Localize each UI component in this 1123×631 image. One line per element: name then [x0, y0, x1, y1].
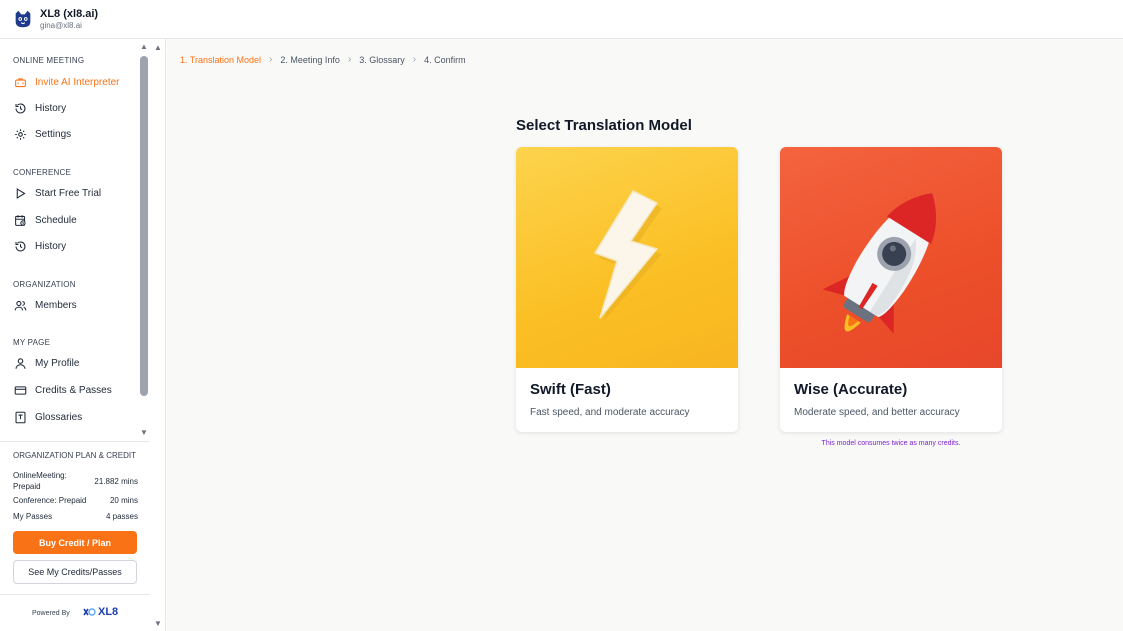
xl8-mark-icon: [83, 608, 96, 616]
sidebar-item-start-free-trial[interactable]: Start Free Trial: [13, 183, 138, 203]
sidebar-item-online-history[interactable]: History: [13, 98, 138, 118]
sidebar-item-label: Credits & Passes: [35, 384, 112, 396]
plan-row-value: 20 mins: [109, 496, 138, 505]
sidebar-item-members[interactable]: Members: [13, 295, 138, 315]
powered-by-text: Powered By: [32, 610, 70, 617]
sidebar-item-my-profile[interactable]: My Profile: [13, 353, 138, 373]
sidebar-item-credits-passes[interactable]: Credits & Passes: [13, 380, 138, 400]
page-title: Select Translation Model: [516, 117, 692, 134]
wise-model-card[interactable]: Wise (Accurate) Moderate speed, and bett…: [780, 147, 1002, 432]
scroll-thumb[interactable]: [140, 56, 148, 396]
book-icon: [13, 410, 27, 424]
powered-by-footer: Powered By XL8: [0, 594, 150, 631]
scroll-up-arrow-icon[interactable]: ▲: [139, 43, 149, 51]
sidebar-scrollbar[interactable]: ▲ ▼: [139, 39, 149, 441]
sidebar-item-settings[interactable]: Settings: [13, 124, 138, 144]
sidebar: ONLINE MEETING Invite AI Interpreter His…: [0, 39, 166, 631]
main-content: 1. Translation Model › 2. Meeting Info ›…: [167, 39, 1123, 631]
step-confirm[interactable]: 4. Confirm: [424, 55, 466, 65]
org-name: XL8 (xl8.ai): [40, 8, 99, 20]
sidebar-outer-scrollbar[interactable]: ▲ ▼: [152, 39, 164, 631]
chevron-right-icon: ›: [412, 54, 417, 65]
buy-credit-button[interactable]: Buy Credit / Plan: [13, 531, 137, 554]
user-icon: [13, 356, 27, 370]
play-icon: [13, 186, 27, 200]
sidebar-item-label: Members: [35, 299, 77, 311]
users-icon: [13, 298, 27, 312]
see-credits-button[interactable]: See My Credits/Passes: [13, 560, 137, 584]
breadcrumb: 1. Translation Model › 2. Meeting Info ›…: [180, 54, 466, 65]
card-title: Swift (Fast): [530, 381, 611, 398]
credit-card-icon: [13, 383, 27, 397]
wise-hero-image: [780, 147, 1002, 368]
section-label-organization: ORGANIZATION: [13, 280, 76, 289]
plan-row-value: 4 passes: [105, 512, 138, 521]
sidebar-item-label: Invite AI Interpreter: [35, 76, 120, 88]
card-title: Wise (Accurate): [794, 381, 908, 398]
step-translation-model[interactable]: 1. Translation Model: [180, 55, 261, 65]
sidebar-item-invite-ai-interpreter[interactable]: Invite AI Interpreter: [13, 72, 138, 92]
card-description: Moderate speed, and better accuracy: [794, 407, 960, 418]
sidebar-item-label: History: [35, 240, 67, 252]
xl8-cat-logo-icon: [15, 10, 31, 28]
sidebar-item-label: Start Free Trial: [35, 187, 102, 199]
section-label-online-meeting: ONLINE MEETING: [13, 56, 85, 65]
sidebar-item-label: History: [35, 102, 67, 114]
calendar-clock-icon: [13, 213, 27, 227]
plan-row-label: OnlineMeeting: Prepaid: [13, 471, 67, 491]
chevron-right-icon: ›: [269, 54, 273, 65]
rocket-icon: [822, 192, 937, 334]
plan-row-passes: My Passes 4 passes: [13, 511, 138, 522]
user-email: gina@xl8.ai: [40, 21, 82, 30]
section-label-conference: CONFERENCE: [13, 168, 72, 177]
plan-title: ORGANIZATION PLAN & CREDIT: [13, 451, 136, 460]
sidebar-item-label: Settings: [35, 128, 72, 140]
wise-credit-note: This model consumes twice as many credit…: [821, 440, 961, 447]
scroll-down-arrow-icon[interactable]: ▼: [152, 619, 164, 628]
plan-row-label: My Passes: [13, 512, 53, 521]
history-icon: [13, 239, 27, 253]
xl8-brand-logo: XL8: [82, 606, 118, 618]
plan-credit-panel: ORGANIZATION PLAN & CREDIT OnlineMeeting…: [0, 441, 150, 591]
sidebar-item-conference-history[interactable]: History: [13, 236, 138, 256]
powered-brand: XL8: [98, 606, 119, 618]
sidebar-item-label: My Profile: [35, 357, 80, 369]
gear-icon: [13, 127, 27, 141]
app-header: XL8 (xl8.ai) gina@xl8.ai: [0, 0, 1123, 39]
scroll-down-arrow-icon[interactable]: ▼: [139, 429, 149, 437]
sidebar-item-label: Glossaries: [35, 411, 83, 423]
step-glossary[interactable]: 3. Glossary: [359, 55, 405, 65]
step-meeting-info[interactable]: 2. Meeting Info: [280, 55, 340, 65]
lightning-icon: [594, 190, 662, 322]
sidebar-item-label: Schedule: [35, 214, 77, 226]
section-label-my-page: MY PAGE: [13, 338, 51, 347]
card-description: Fast speed, and moderate accuracy: [530, 407, 690, 418]
plan-row-online-meeting: OnlineMeeting: Prepaid 21.882 mins: [13, 470, 138, 492]
plan-row-conference: Conference: Prepaid 20 mins: [13, 495, 138, 506]
swift-hero-image: [516, 147, 738, 368]
swift-model-card[interactable]: Swift (Fast) Fast speed, and moderate ac…: [516, 147, 738, 432]
plan-row-value: 21.882 mins: [94, 476, 138, 486]
sidebar-item-glossaries[interactable]: Glossaries: [13, 407, 138, 427]
briefcase-icon: [13, 75, 27, 89]
sidebar-nav: ONLINE MEETING Invite AI Interpreter His…: [0, 39, 150, 441]
scroll-up-arrow-icon[interactable]: ▲: [152, 43, 164, 52]
history-icon: [13, 101, 27, 115]
sidebar-item-schedule[interactable]: Schedule: [13, 210, 138, 230]
plan-row-label: Conference: Prepaid: [13, 496, 87, 505]
chevron-right-icon: ›: [347, 54, 352, 65]
